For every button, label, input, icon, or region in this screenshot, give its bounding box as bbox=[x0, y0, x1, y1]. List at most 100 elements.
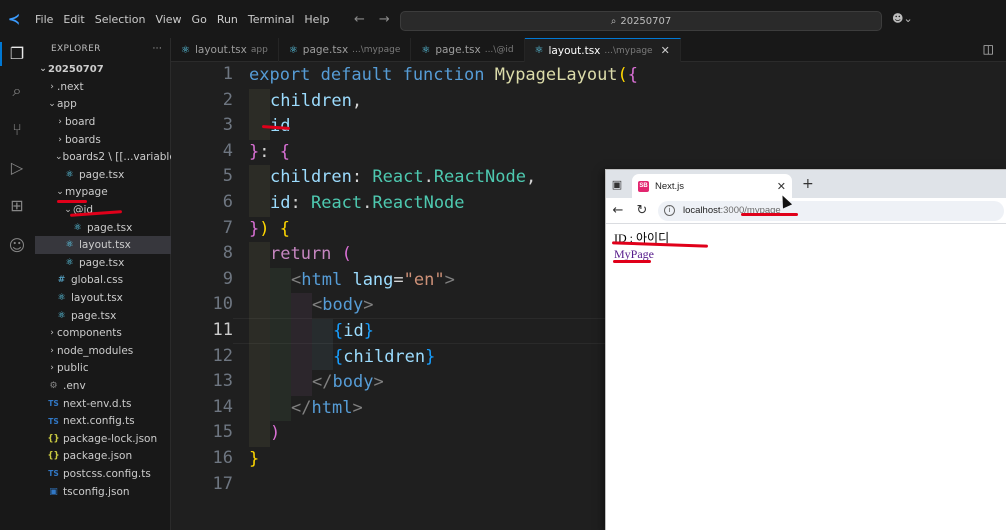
forward-arrow-icon[interactable]: → bbox=[379, 12, 390, 27]
tree-item[interactable]: ⌄ @id bbox=[35, 201, 171, 219]
menu-item-selection[interactable]: Selection bbox=[90, 13, 151, 26]
workspace-root-label: 20250707 bbox=[48, 63, 104, 75]
title-bar: ≺ File Edit Selection View Go Run Terminal Help… bbox=[0, 0, 1006, 38]
tree-item[interactable]: › node_modules bbox=[35, 342, 171, 360]
browser-tab[interactable]: SB Next.js ✕ bbox=[632, 174, 792, 198]
split-editor-icon[interactable]: ◫ bbox=[983, 42, 994, 56]
tree-item[interactable]: ⚙ .env bbox=[35, 377, 171, 395]
browser-window: ▣ SB Next.js ✕ + ← ↻ i localhost:3000/my… bbox=[605, 169, 1006, 530]
tab-3[interactable]: ⚛ layout.tsx ...\mypage ✕ bbox=[524, 38, 681, 62]
chevron-down-icon: ⌄ bbox=[56, 187, 64, 198]
menu-item-help[interactable]: Help bbox=[299, 13, 334, 26]
react-icon: ⚛ bbox=[421, 44, 431, 56]
site-info-icon[interactable]: i bbox=[664, 205, 675, 216]
tree-item[interactable]: ⚛ page.tsx bbox=[35, 219, 171, 237]
workspace-root[interactable]: ⌄ 20250707 bbox=[35, 60, 170, 78]
source-control-icon[interactable]: ⑂ bbox=[6, 118, 28, 140]
menu-item-edit[interactable]: Edit bbox=[58, 13, 89, 26]
tree-item-label: next-env.d.ts bbox=[63, 397, 132, 410]
tree-item[interactable]: ⚛ page.tsx bbox=[35, 166, 171, 184]
close-tab-icon[interactable]: ✕ bbox=[777, 180, 786, 193]
gear-icon: ⚙ bbox=[49, 380, 58, 391]
reload-icon[interactable]: ↻ bbox=[630, 203, 654, 218]
chevron-right-icon: › bbox=[50, 328, 54, 339]
tree-item[interactable]: › board bbox=[35, 113, 171, 131]
line-number: 5 bbox=[222, 166, 233, 187]
tsconfig-icon: ▣ bbox=[49, 486, 58, 497]
copilot-chat-icon[interactable]: ☺ bbox=[6, 234, 28, 256]
tree-item[interactable]: › boards bbox=[35, 131, 171, 149]
tree-item[interactable]: TS next-env.d.ts bbox=[35, 395, 171, 413]
tree-item[interactable]: ▣ tsconfig.json bbox=[35, 483, 171, 501]
line-number: 15 bbox=[212, 422, 233, 443]
code-line: <body> bbox=[249, 293, 373, 319]
tree-item[interactable]: TS postcss.config.ts bbox=[35, 465, 171, 483]
code-line: }) { bbox=[249, 218, 290, 239]
annotation-underline bbox=[57, 200, 87, 203]
command-center-search[interactable]: ⌕ 20250707 bbox=[400, 11, 882, 31]
browser-address-bar: ← ↻ i localhost:3000/mypage bbox=[606, 198, 1006, 224]
tree-item[interactable]: {} package.json bbox=[35, 448, 171, 466]
tree-item-label: postcss.config.ts bbox=[63, 467, 151, 480]
tree-item[interactable]: ⌄ app bbox=[35, 96, 171, 114]
tree-item-label: app bbox=[57, 98, 77, 111]
tree-item[interactable]: ⚛ page.tsx bbox=[35, 307, 171, 325]
explorer-icon[interactable]: ❐ bbox=[6, 42, 28, 64]
search-icon[interactable]: ⌕ bbox=[6, 80, 28, 102]
tree-item[interactable]: › components bbox=[35, 324, 171, 342]
activity-bar: ❐ ⌕ ⑂ ▷ ⊞ ☺ bbox=[0, 38, 35, 530]
tab-2[interactable]: ⚛ page.tsx ...\@id bbox=[411, 38, 525, 62]
chevron-down-icon: ⌄ bbox=[39, 64, 47, 74]
menu-item-view[interactable]: View bbox=[150, 13, 186, 26]
url-input[interactable]: i localhost:3000/mypage bbox=[658, 200, 1004, 221]
copilot-icon[interactable]: ☻⌄ bbox=[892, 12, 913, 25]
close-icon[interactable]: ✕ bbox=[661, 44, 670, 57]
typescript-icon: TS bbox=[48, 469, 59, 479]
extensions-icon[interactable]: ⊞ bbox=[6, 194, 28, 216]
code-line: children: React.ReactNode, bbox=[249, 165, 536, 191]
tab-description: ...\@id bbox=[484, 45, 514, 55]
tree-item[interactable]: › .next bbox=[35, 78, 171, 96]
more-actions-icon[interactable]: ··· bbox=[153, 44, 162, 54]
tree-item[interactable]: # global.css bbox=[35, 272, 171, 290]
annotation-underline bbox=[613, 260, 651, 263]
tree-item[interactable]: {} package-lock.json bbox=[35, 430, 171, 448]
menu-item-terminal[interactable]: Terminal bbox=[243, 13, 300, 26]
menu-item-file[interactable]: File bbox=[30, 13, 58, 26]
react-icon: ⚛ bbox=[57, 310, 66, 321]
code-line: {id} bbox=[249, 319, 374, 345]
tree-item-label: public bbox=[57, 362, 89, 375]
tree-item[interactable]: ⚛ layout.tsx bbox=[35, 236, 171, 254]
css-icon: # bbox=[57, 275, 66, 286]
tree-item[interactable]: ⚛ page.tsx bbox=[35, 254, 171, 272]
run-debug-icon[interactable]: ▷ bbox=[6, 156, 28, 178]
tree-item-label: page.tsx bbox=[87, 221, 133, 234]
tree-item[interactable]: › public bbox=[35, 360, 171, 378]
command-center-text: 20250707 bbox=[620, 15, 672, 27]
chevron-down-icon: ⌄ bbox=[48, 99, 56, 110]
back-icon[interactable]: ← bbox=[606, 203, 630, 218]
line-number: 12 bbox=[212, 345, 233, 366]
tree-item[interactable]: ⌄ mypage bbox=[35, 184, 171, 202]
new-tab-icon[interactable]: + bbox=[802, 176, 814, 192]
url-host: localhost bbox=[683, 205, 721, 216]
tab-0[interactable]: ⚛ layout.tsx app bbox=[171, 38, 279, 62]
tab-description: ...\mypage bbox=[604, 45, 653, 56]
tab-actions-icon[interactable]: ▣ bbox=[606, 178, 628, 191]
tree-item[interactable]: ⚛ layout.tsx bbox=[35, 289, 171, 307]
line-number: 16 bbox=[212, 448, 233, 468]
menu-bar: File Edit Selection View Go Run Terminal Help bbox=[30, 13, 334, 26]
tree-item[interactable]: TS next.config.ts bbox=[35, 412, 171, 430]
code-line: }: { bbox=[249, 141, 290, 162]
menu-item-run[interactable]: Run bbox=[212, 13, 243, 26]
line-number: 11 bbox=[212, 320, 233, 340]
tree-item[interactable]: ⌄boards2 \ [[...variable]] bbox=[35, 148, 171, 166]
tab-label: layout.tsx bbox=[194, 44, 247, 56]
active-indicator bbox=[0, 42, 2, 66]
tree-item-label: node_modules bbox=[57, 344, 134, 357]
react-icon: ⚛ bbox=[288, 44, 298, 56]
page-mypage-text: MyPage bbox=[614, 247, 654, 261]
back-arrow-icon[interactable]: ← bbox=[354, 12, 365, 27]
menu-item-go[interactable]: Go bbox=[187, 13, 212, 26]
tab-1[interactable]: ⚛ page.tsx ...\mypage bbox=[279, 38, 412, 62]
